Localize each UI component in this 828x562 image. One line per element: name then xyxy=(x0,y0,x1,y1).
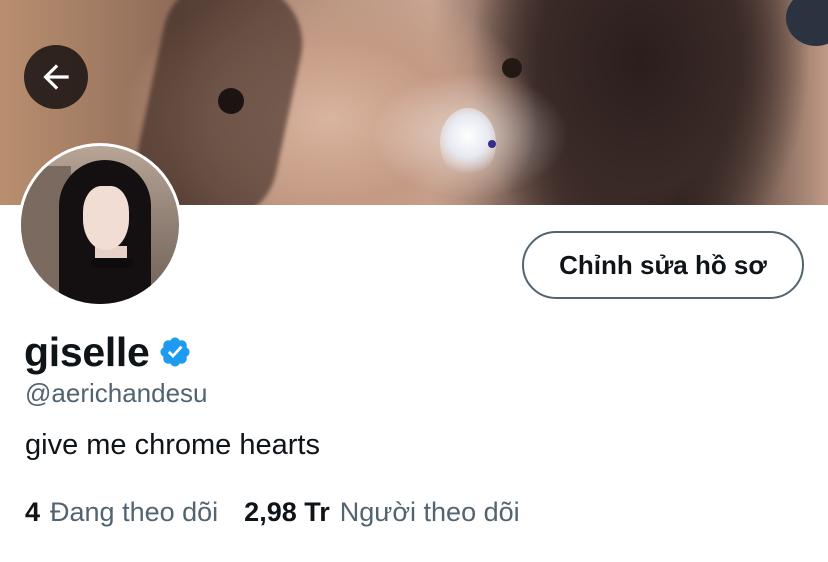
verified-badge-icon[interactable] xyxy=(158,335,192,369)
avatar[interactable] xyxy=(18,143,182,307)
profile-name: giselle xyxy=(24,329,150,375)
back-button[interactable] xyxy=(24,45,88,109)
following-count: 4 xyxy=(25,497,41,527)
following-stat[interactable]: 4 Đang theo dõi xyxy=(25,497,218,528)
edit-profile-button[interactable]: Chỉnh sửa hồ sơ xyxy=(522,231,804,299)
following-label: Đang theo dõi xyxy=(50,497,219,527)
followers-count: 2,98 Tr xyxy=(244,497,330,527)
profile-name-row: giselle xyxy=(24,328,192,376)
profile-bio: give me chrome hearts xyxy=(25,429,320,461)
profile-stats: 4 Đang theo dõi 2,98 Tr Người theo dõi xyxy=(25,497,520,528)
followers-label: Người theo dõi xyxy=(339,497,520,527)
arrow-left-icon xyxy=(43,64,69,90)
profile-handle: @aerichandesu xyxy=(25,378,208,408)
followers-stat[interactable]: 2,98 Tr Người theo dõi xyxy=(244,497,519,528)
